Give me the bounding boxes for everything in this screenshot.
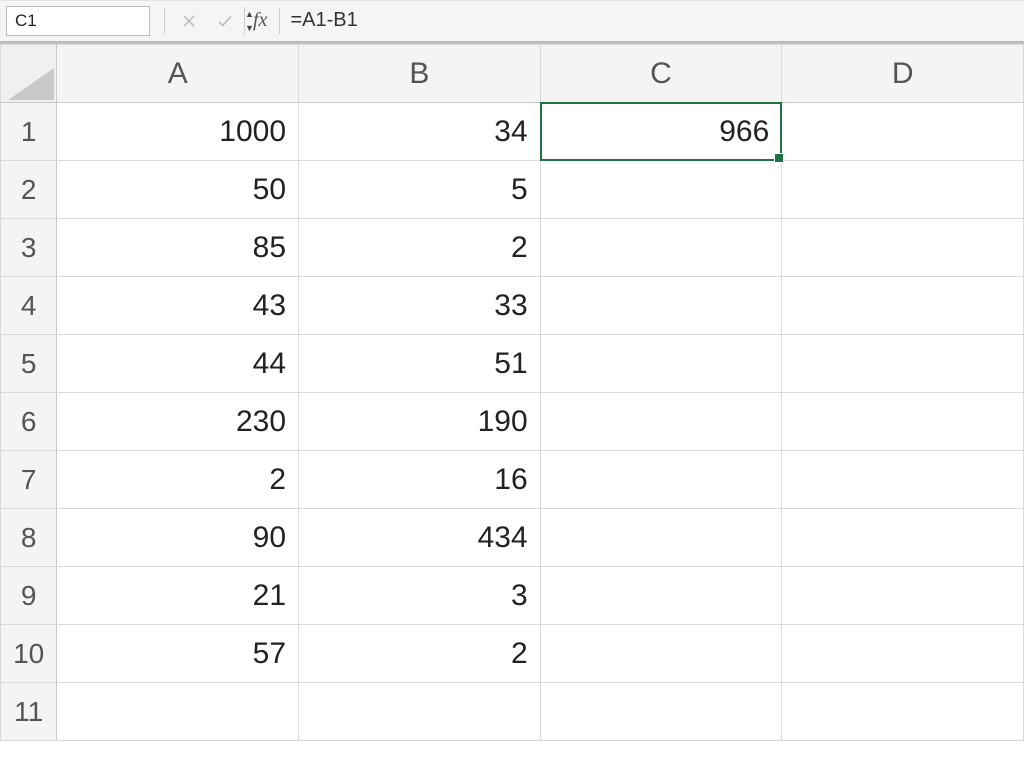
row-header-9[interactable]: 9 xyxy=(1,567,57,625)
cell-A11[interactable] xyxy=(57,683,299,741)
cell-C8[interactable] xyxy=(540,509,782,567)
cell-D1[interactable] xyxy=(782,103,1024,161)
cell-D8[interactable] xyxy=(782,509,1024,567)
cell-D9[interactable] xyxy=(782,567,1024,625)
cell-D3[interactable] xyxy=(782,219,1024,277)
cell-B2[interactable]: 5 xyxy=(299,161,541,219)
separator xyxy=(164,8,165,34)
cell-C9[interactable] xyxy=(540,567,782,625)
column-header-C[interactable]: C xyxy=(540,45,782,103)
grid-table: A B C D 1 1000 34 966 2 50 5 3 xyxy=(0,44,1024,741)
cell-C2[interactable] xyxy=(540,161,782,219)
cell-D4[interactable] xyxy=(782,277,1024,335)
select-all-button[interactable] xyxy=(1,45,57,103)
column-header-B[interactable]: B xyxy=(299,45,541,103)
cell-B1[interactable]: 34 xyxy=(299,103,541,161)
cell-A4[interactable]: 43 xyxy=(57,277,299,335)
cell-C1[interactable]: 966 xyxy=(540,103,782,161)
cell-C4[interactable] xyxy=(540,277,782,335)
cell-B10[interactable]: 2 xyxy=(299,625,541,683)
cell-B8[interactable]: 434 xyxy=(299,509,541,567)
row-header-2[interactable]: 2 xyxy=(1,161,57,219)
cell-C7[interactable] xyxy=(540,451,782,509)
cell-B9[interactable]: 3 xyxy=(299,567,541,625)
cell-D2[interactable] xyxy=(782,161,1024,219)
cell-A9[interactable]: 21 xyxy=(57,567,299,625)
cell-B3[interactable]: 2 xyxy=(299,219,541,277)
row-header-1[interactable]: 1 xyxy=(1,103,57,161)
cell-C11[interactable] xyxy=(540,683,782,741)
row-header-8[interactable]: 8 xyxy=(1,509,57,567)
cell-A7[interactable]: 2 xyxy=(57,451,299,509)
cell-C5[interactable] xyxy=(540,335,782,393)
row-header-6[interactable]: 6 xyxy=(1,393,57,451)
cell-B7[interactable]: 16 xyxy=(299,451,541,509)
cell-C3[interactable] xyxy=(540,219,782,277)
cell-B5[interactable]: 51 xyxy=(299,335,541,393)
cell-A1[interactable]: 1000 xyxy=(57,103,299,161)
enter-formula-button[interactable] xyxy=(211,7,239,35)
x-icon xyxy=(180,12,198,30)
cell-B4[interactable]: 33 xyxy=(299,277,541,335)
formula-input[interactable] xyxy=(286,9,1024,32)
row-header-11[interactable]: 11 xyxy=(1,683,57,741)
spreadsheet-grid: A B C D 1 1000 34 966 2 50 5 3 xyxy=(0,42,1024,741)
cell-A5[interactable]: 44 xyxy=(57,335,299,393)
column-header-D[interactable]: D xyxy=(782,45,1024,103)
formula-bar: ▲ ▼ fx xyxy=(0,0,1024,42)
cell-B6[interactable]: 190 xyxy=(299,393,541,451)
cell-D5[interactable] xyxy=(782,335,1024,393)
row-header-3[interactable]: 3 xyxy=(1,219,57,277)
cell-D10[interactable] xyxy=(782,625,1024,683)
cancel-formula-button[interactable] xyxy=(175,7,203,35)
cell-D7[interactable] xyxy=(782,451,1024,509)
cell-C10[interactable] xyxy=(540,625,782,683)
row-header-10[interactable]: 10 xyxy=(1,625,57,683)
cell-D11[interactable] xyxy=(782,683,1024,741)
row-header-7[interactable]: 7 xyxy=(1,451,57,509)
cell-A10[interactable]: 57 xyxy=(57,625,299,683)
column-header-A[interactable]: A xyxy=(57,45,299,103)
cell-D6[interactable] xyxy=(782,393,1024,451)
row-header-4[interactable]: 4 xyxy=(1,277,57,335)
separator xyxy=(279,8,280,34)
cell-A3[interactable]: 85 xyxy=(57,219,299,277)
cell-B11[interactable] xyxy=(299,683,541,741)
row-header-5[interactable]: 5 xyxy=(1,335,57,393)
cell-A8[interactable]: 90 xyxy=(57,509,299,567)
cell-A6[interactable]: 230 xyxy=(57,393,299,451)
check-icon xyxy=(216,12,234,30)
name-box-container: ▲ ▼ xyxy=(6,6,150,36)
cell-C6[interactable] xyxy=(540,393,782,451)
cell-A2[interactable]: 50 xyxy=(57,161,299,219)
name-box-input[interactable] xyxy=(7,11,244,31)
insert-function-button[interactable]: fx xyxy=(253,9,267,32)
